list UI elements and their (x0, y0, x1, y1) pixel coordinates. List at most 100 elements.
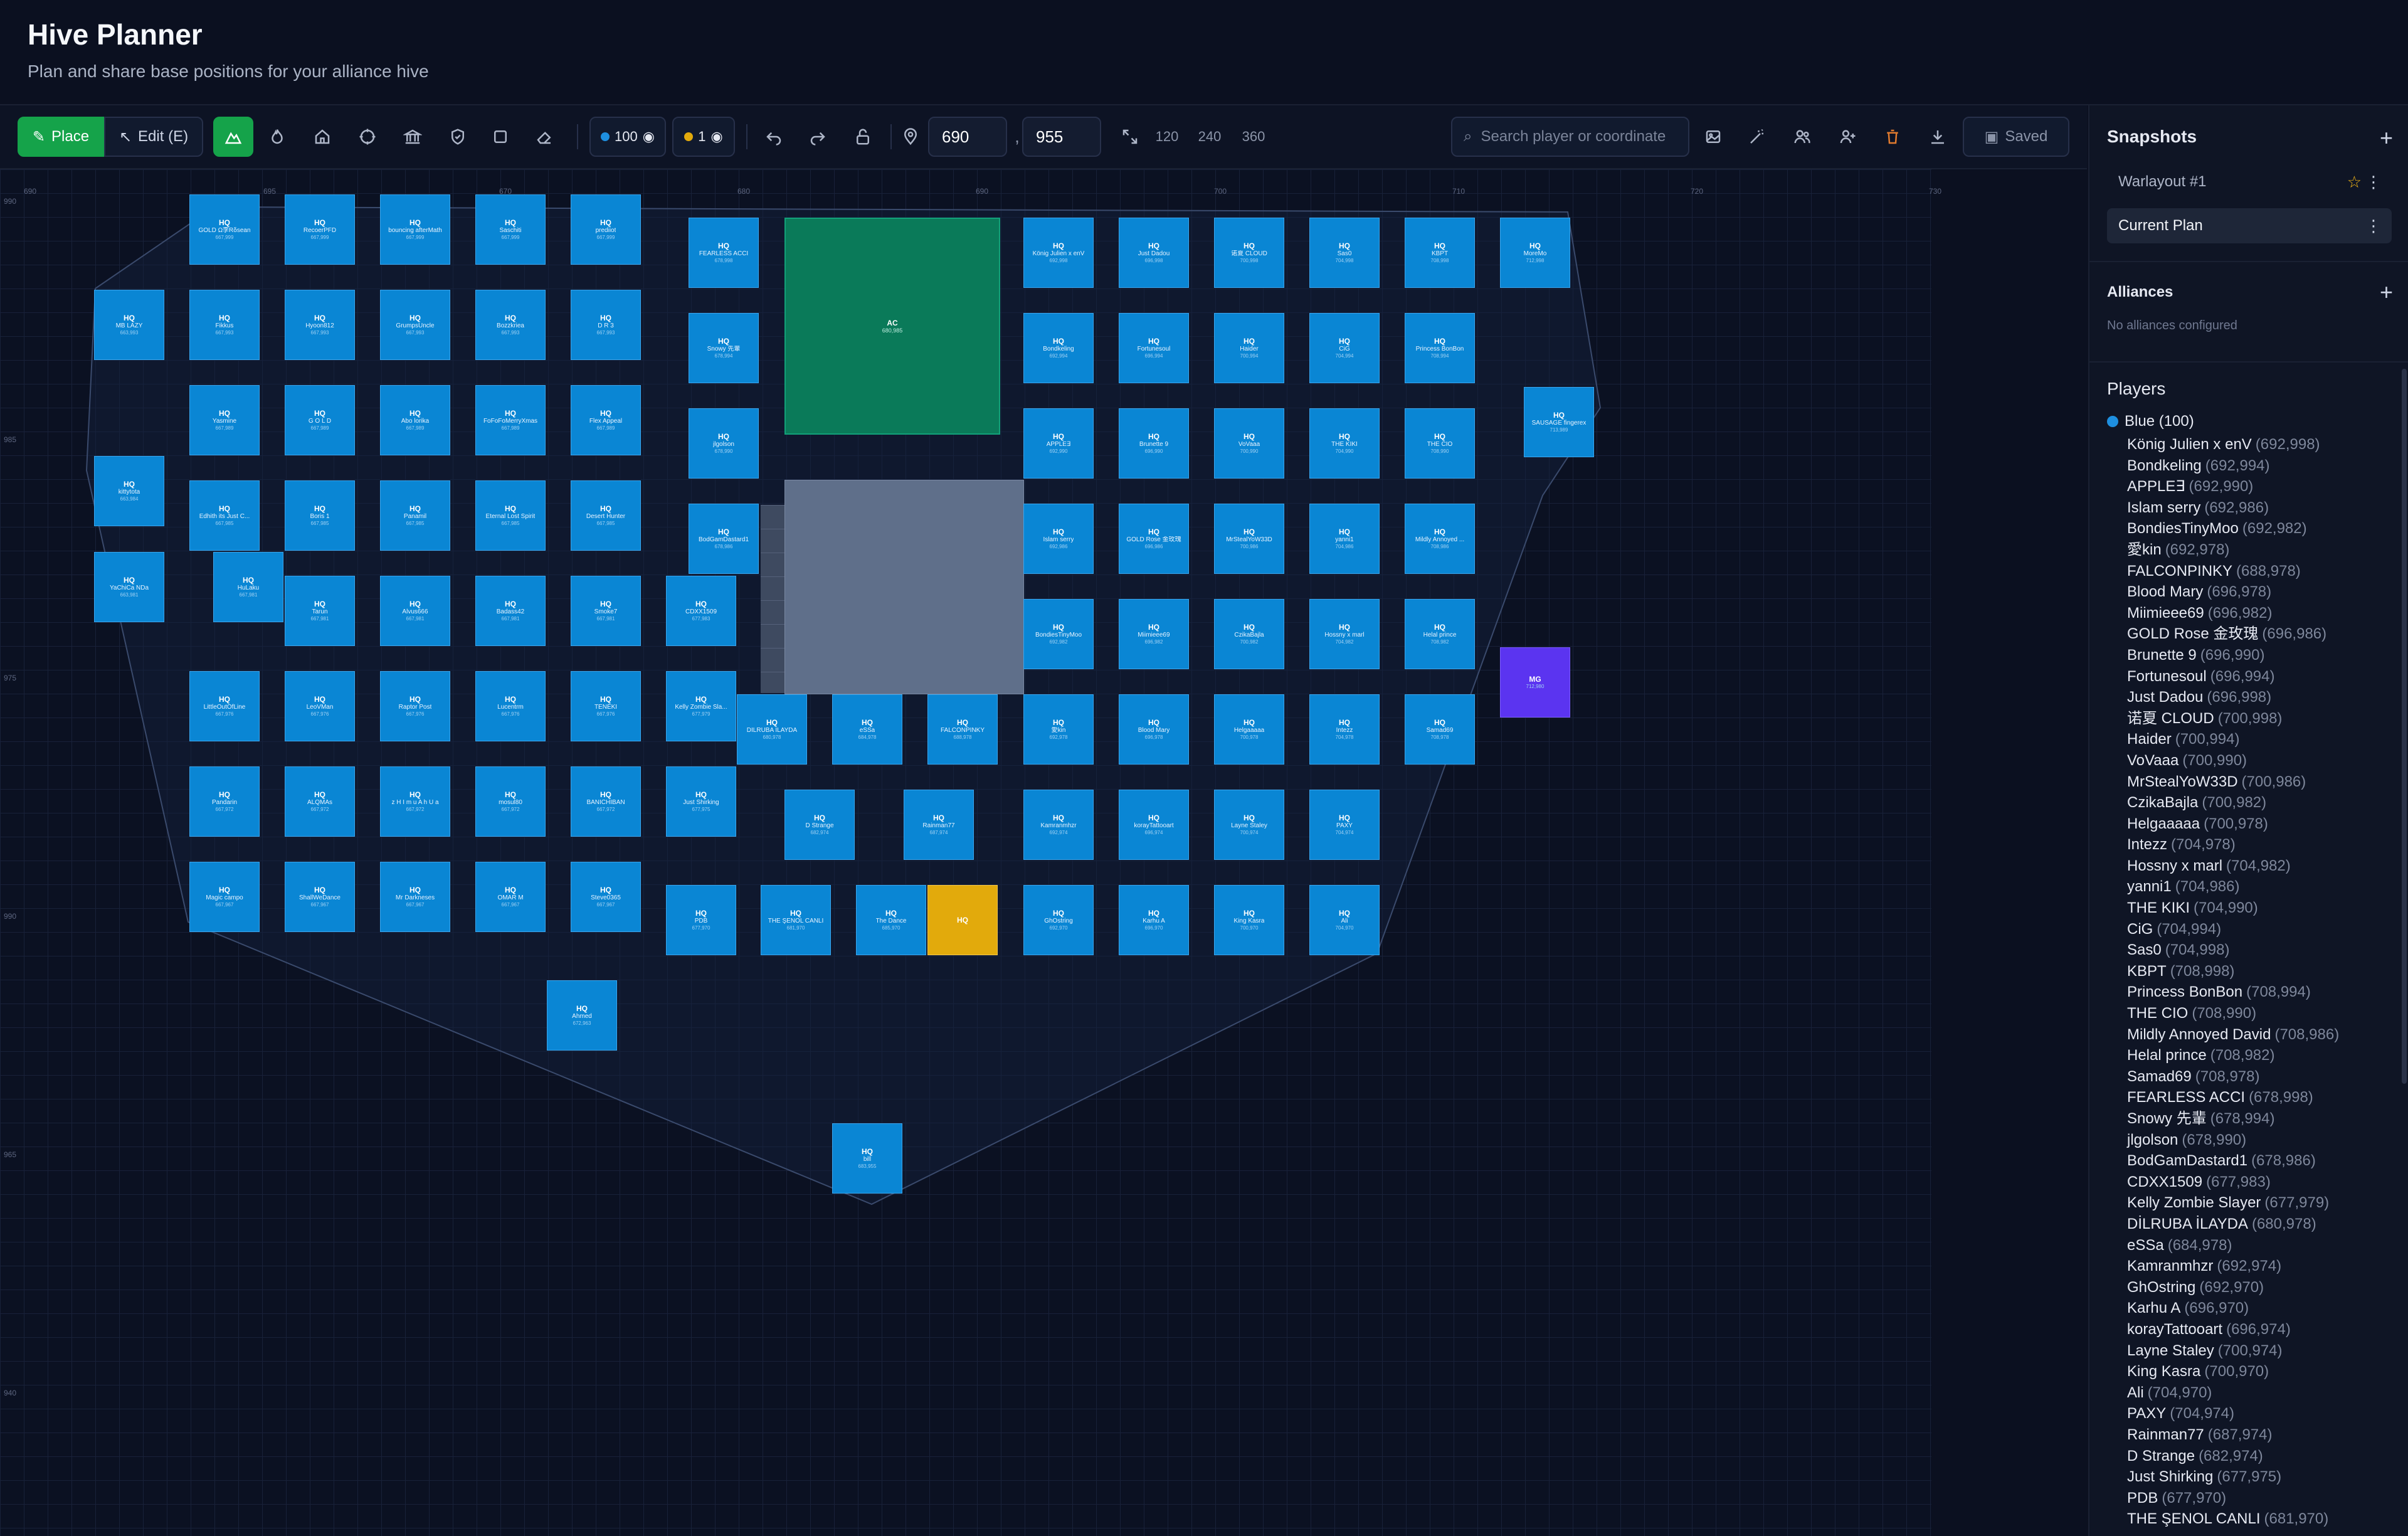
hq-tile[interactable]: HQ CzikaBajla 700,982 (1214, 599, 1284, 669)
player-list-item[interactable]: Helgaaaaa (700,978) (2127, 813, 2403, 835)
hq-tile[interactable]: HQ Panamil 667,985 (380, 480, 450, 551)
search-input[interactable] (1479, 127, 1683, 146)
hq-tile[interactable]: MG 712,980 (1500, 647, 1570, 718)
zoom-360-button[interactable]: 360 (1238, 117, 1269, 157)
lock-button[interactable] (845, 117, 880, 157)
hq-tile[interactable]: HQ FoFoFoMerryXmas 667,989 (475, 385, 546, 455)
hq-tile[interactable]: HQ THE CIO 708,990 (1405, 408, 1475, 479)
hq-tile[interactable]: HQ kittytota 663,984 (94, 456, 164, 526)
hq-tile[interactable]: HQ Miimieee69 696,982 (1119, 599, 1189, 669)
hq-tile[interactable]: HQ Smoke7 667,981 (571, 576, 641, 646)
hq-tile[interactable]: HQ (927, 885, 998, 955)
add-player-button[interactable] (1830, 117, 1865, 157)
hq-tile[interactable]: HQ OMAR M 667,967 (475, 862, 546, 932)
player-list-item[interactable]: Miimieee69 (696,982) (2127, 603, 2403, 624)
redo-button[interactable] (800, 117, 835, 157)
player-list-item[interactable]: Blood Mary (696,978) (2127, 581, 2403, 603)
hq-tile[interactable]: HQ Helal prince 708,982 (1405, 599, 1475, 669)
alliance-center-block[interactable]: AC 680,985 (784, 218, 1000, 435)
undo-button[interactable] (756, 117, 791, 157)
hq-tile[interactable]: HQ Just Dadou 696,998 (1119, 218, 1189, 288)
hq-tile[interactable]: HQ RecoerPFD 667,999 (285, 194, 355, 265)
player-list-item[interactable]: GhOstring (692,970) (2127, 1277, 2403, 1298)
hq-tile[interactable]: HQ bouncing afterMath 667,999 (380, 194, 450, 265)
player-list-item[interactable]: CiG (704,994) (2127, 919, 2403, 940)
player-list-item[interactable]: Just Dadou (696,998) (2127, 687, 2403, 708)
player-list-item[interactable]: CzikaBajla (700,982) (2127, 792, 2403, 813)
hq-tile[interactable]: HQ Haider 700,994 (1214, 313, 1284, 383)
hq-tile[interactable]: HQ G O L D 667,989 (285, 385, 355, 455)
hq-tile[interactable]: HQ Hossny x marl 704,982 (1309, 599, 1380, 669)
hq-tile[interactable]: HQ Boris 1 667,985 (285, 480, 355, 551)
hq-tile[interactable]: HQ Samad69 708,978 (1405, 694, 1475, 765)
hq-tile[interactable]: HQ Eternal Lost Spirit 667,985 (475, 480, 546, 551)
player-list-item[interactable]: DİLRUBA İLAYDA (680,978) (2127, 1214, 2403, 1235)
hq-tile[interactable]: HQ prediiot 667,999 (571, 194, 641, 265)
hq-tile[interactable]: HQ FALCONPINKY 688,978 (927, 694, 998, 765)
player-list-item[interactable]: Sas0 (704,998) (2127, 940, 2403, 961)
add-snapshot-button[interactable]: + (2380, 127, 2393, 149)
hq-tile[interactable]: HQ D R 3 667,993 (571, 290, 641, 360)
hq-tile[interactable]: HQ Intezz 704,978 (1309, 694, 1380, 765)
hq-tile[interactable]: HQ D Strange 682,974 (784, 790, 855, 860)
download-button[interactable] (1920, 117, 1955, 157)
zoom-120-button[interactable]: 120 (1151, 117, 1183, 157)
hive-map-canvas[interactable]: 690 695 670 680 690 700 710 720 730 990 … (0, 169, 2087, 1536)
hq-tile[interactable]: HQ Ahmed 672,963 (547, 980, 617, 1051)
player-list-item[interactable]: Kamranmhzr (692,974) (2127, 1256, 2403, 1277)
hq-tile[interactable]: HQ bill 683,955 (832, 1123, 902, 1194)
hq-tile[interactable]: HQ Magic campo 667,967 (189, 862, 260, 932)
y-coordinate-input[interactable]: 955 (1022, 117, 1101, 157)
hq-tile[interactable]: HQ König Julien x enV 692,998 (1023, 218, 1094, 288)
hq-tile[interactable]: HQ BANICHIBAN 667,972 (571, 766, 641, 837)
snapshot-item[interactable]: Warlayout #1 ☆ ⋮ (2107, 164, 2392, 199)
eraser-tool-button[interactable] (527, 117, 562, 157)
hq-tile[interactable]: HQ 愛kin 692,978 (1023, 694, 1094, 765)
gold-visibility-toggle[interactable]: 1 ◉ (672, 117, 735, 157)
hq-tile[interactable]: HQ CiG 704,994 (1309, 313, 1380, 383)
hq-tile[interactable]: HQ Raptor Post 667,976 (380, 671, 450, 741)
hq-tile[interactable]: HQ DİLRUBA İLAYDA 680,978 (737, 694, 807, 765)
hq-tile[interactable]: HQ GOLD Ω李Rδsean 667,999 (189, 194, 260, 265)
player-list-item[interactable]: 诺夏 CLOUD (700,998) (2127, 708, 2403, 729)
player-list-item[interactable]: Hossny x marl (704,982) (2127, 855, 2403, 877)
hq-tile[interactable]: HQ Bondkeling 692,994 (1023, 313, 1094, 383)
hq-tile[interactable]: HQ Tarun 667,981 (285, 576, 355, 646)
image-export-button[interactable] (1696, 117, 1731, 157)
player-list-item[interactable]: THE ŞENOL CANLI (681,970) (2127, 1508, 2403, 1530)
hq-tile[interactable]: HQ YaChiCa NDa 663,981 (94, 552, 164, 622)
player-list-item[interactable]: korayTattooart (696,974) (2127, 1319, 2403, 1340)
hq-tile[interactable]: HQ jlgolson 678,990 (689, 408, 759, 479)
star-icon[interactable]: ☆ (2347, 172, 2362, 192)
hq-tile[interactable]: HQ ALQMAs 667,972 (285, 766, 355, 837)
blue-visibility-toggle[interactable]: 100 ◉ (589, 117, 666, 157)
player-list-item[interactable]: Kelly Zombie Slayer (677,979) (2127, 1192, 2403, 1214)
hq-tile[interactable]: HQ korayTattooart 696,974 (1119, 790, 1189, 860)
player-list-item[interactable]: Snowy 先輩 (678,994) (2127, 1108, 2403, 1130)
player-list-item[interactable]: Brunette 9 (696,990) (2127, 645, 2403, 666)
hq-tile[interactable]: HQ Brunette 9 696,990 (1119, 408, 1189, 479)
player-list-item[interactable]: FEARLESS ACCI (678,998) (2127, 1087, 2403, 1108)
hq-tile[interactable]: HQ Snowy 先輩 678,994 (689, 313, 759, 383)
hq-tile[interactable]: HQ Mr Darkneses 667,967 (380, 862, 450, 932)
hq-tile[interactable]: HQ Sas0 704,998 (1309, 218, 1380, 288)
hq-tile[interactable]: HQ Yasmine 667,989 (189, 385, 260, 455)
hq-tile[interactable]: HQ King Kasra 700,970 (1214, 885, 1284, 955)
hq-tile[interactable]: HQ Rainman77 687,974 (904, 790, 974, 860)
hq-tile[interactable]: HQ Desert Hunter 667,985 (571, 480, 641, 551)
hq-tile[interactable]: HQ VoVaaa 700,990 (1214, 408, 1284, 479)
player-list-item[interactable]: BodGamDastard1 (678,986) (2127, 1150, 2403, 1172)
hq-tile[interactable]: HQ PDB 677,970 (666, 885, 736, 955)
hq-tile[interactable]: HQ Steve0365 667,967 (571, 862, 641, 932)
fit-view-button[interactable] (1112, 117, 1148, 157)
alliance-group-header[interactable]: Blue (100) (2107, 413, 2194, 430)
player-list-item[interactable]: Bondkeling (692,994) (2127, 455, 2403, 477)
player-list-item[interactable]: THE CIO (708,990) (2127, 1003, 2403, 1024)
hq-tile[interactable]: HQ HuLaku 667,981 (213, 552, 283, 622)
player-list-item[interactable]: Islam serry (692,986) (2127, 497, 2403, 519)
hq-tile[interactable]: HQ BondiesTinyMoo 692,982 (1023, 599, 1094, 669)
hq-tile[interactable]: HQ Fortunesoul 696,994 (1119, 313, 1189, 383)
hq-tile[interactable]: HQ GrumpsUncle 667,993 (380, 290, 450, 360)
hq-tile[interactable]: HQ MoreMo 712,998 (1500, 218, 1570, 288)
hq-tile[interactable]: HQ Edhith its Just C... 667,985 (189, 480, 260, 551)
